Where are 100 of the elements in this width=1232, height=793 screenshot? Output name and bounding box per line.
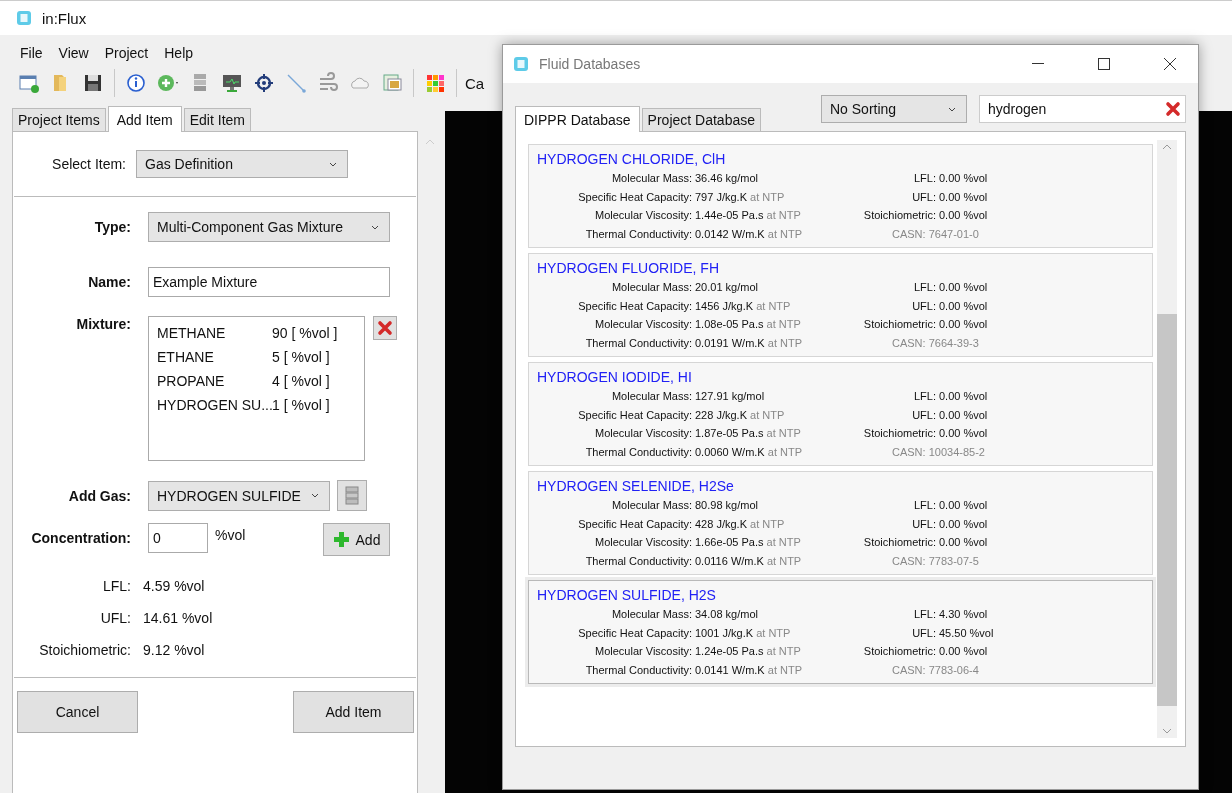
menu-item[interactable]: File (12, 44, 51, 61)
tab[interactable]: Edit Item (183, 108, 251, 131)
property-value: 45.50 %vol (939, 625, 995, 641)
property-value: 0.00 %vol (939, 280, 989, 295)
property-label: LFL: (913, 389, 936, 404)
result-value: 4.59 %vol (143, 577, 205, 596)
list-item[interactable]: PROPANE (157, 369, 272, 393)
fluid-card[interactable] (528, 580, 1153, 684)
menu-item[interactable]: Project (96, 44, 157, 61)
database-button[interactable] (337, 480, 367, 511)
property-value: 1.44e-05 Pa.s at NTP (695, 208, 802, 223)
toolbar-label[interactable]: Ca (465, 74, 485, 92)
property-value: 0.00 %vol (939, 516, 989, 532)
property-value: 0.0191 W/m.K at NTP (695, 335, 803, 351)
menu-item[interactable]: View (50, 44, 97, 61)
property-label: Specific Heat Capacity: (577, 189, 692, 205)
result-label: Stoichiometric: (38, 641, 132, 660)
concentration-field[interactable]: 0 (148, 523, 208, 553)
list-item[interactable]: METHANE (157, 321, 272, 345)
property-label: Molecular Viscosity: (594, 644, 692, 659)
property-value: 1001 J/kg.K at NTP (695, 625, 792, 641)
property-label: Specific Heat Capacity: (577, 298, 692, 314)
property-label: UFL: (911, 625, 936, 641)
fluid-card[interactable] (528, 144, 1153, 248)
list-value: 1 [ %vol ] (272, 396, 330, 415)
property-value: 228 J/kg.K at NTP (695, 407, 786, 423)
fluid-card[interactable] (528, 362, 1153, 466)
scrollbar-thumb[interactable] (1157, 314, 1177, 706)
property-label: Stoichiometric: (862, 208, 936, 223)
property-value: 1.08e-05 Pa.s at NTP (695, 317, 802, 332)
property-label: UFL: (911, 298, 936, 314)
field-label: Name: (87, 274, 132, 290)
property-label: UFL: (911, 189, 936, 205)
property-value: 0.00 %vol (939, 426, 989, 441)
property-label: Thermal Conductivity: (584, 444, 692, 460)
menu-item[interactable]: Help (156, 44, 202, 61)
property-label: Molecular Mass: (610, 280, 692, 295)
info-icon (125, 72, 147, 94)
type-dropdown[interactable]: Multi-Component Gas Mixture (148, 212, 390, 242)
property-value: 127.91 kg/mol (695, 389, 766, 404)
tab[interactable]: Project Database (641, 108, 761, 131)
property-label: Thermal Conductivity: (584, 553, 692, 569)
property-label: Specific Heat Capacity: (577, 516, 692, 532)
field-label: Type: (93, 219, 132, 235)
property-label: Thermal Conductivity: (584, 226, 692, 242)
mixture-list[interactable]: METHANE 90 [ %vol ] ETHANE 5 [ %vol ] PROPANE 4 [ %vol ] HYDROGEN SU...1 [ %vol ] (148, 316, 365, 461)
property-value: 0.00 %vol (939, 171, 989, 186)
chevron-icon (311, 493, 319, 498)
property-value: 0.0142 W/m.K at NTP (695, 226, 803, 242)
scroll-down-icon[interactable] (1162, 728, 1172, 734)
fluid-card[interactable] (528, 471, 1153, 575)
new-window-icon (18, 72, 40, 94)
property-value: 797 J/kg.K at NTP (695, 189, 786, 205)
property-label: LFL: (913, 498, 936, 513)
fluid-name: HYDROGEN IODIDE, HI (537, 368, 693, 387)
dialog-icon (513, 56, 529, 72)
window-title: in:Flux (42, 9, 87, 27)
property-label: Molecular Viscosity: (594, 535, 692, 550)
property-value: 0.0060 W/m.K at NTP (695, 444, 803, 460)
list-item[interactable]: ETHANE (157, 345, 272, 369)
property-value: 428 J/kg.K at NTP (695, 516, 786, 532)
search-field[interactable]: hydrogen (979, 95, 1186, 123)
casn-text: CASN: 10034-85-2 (892, 444, 986, 460)
item-dropdown[interactable]: Gas Definition (136, 150, 348, 178)
property-value: 0.00 %vol (939, 644, 989, 659)
chevron-icon (371, 224, 379, 230)
chevron-icon (948, 106, 956, 112)
property-label: Molecular Viscosity: (594, 208, 692, 223)
add-button[interactable]: Add (323, 523, 390, 556)
fluid-card[interactable] (528, 253, 1153, 357)
action-button[interactable]: Cancel (17, 691, 138, 733)
property-label: Thermal Conductivity: (584, 335, 692, 351)
action-button[interactable]: Add Item (293, 691, 414, 733)
property-value: 0.00 %vol (939, 189, 989, 205)
app-icon (16, 10, 32, 26)
line-icon (285, 72, 307, 94)
property-label: UFL: (911, 407, 936, 423)
chevron-icon (329, 161, 337, 167)
property-label: Molecular Mass: (610, 498, 692, 513)
gas-dropdown[interactable]: HYDROGEN SULFIDE (148, 480, 330, 511)
casn-text: CASN: 7647-01-0 (892, 226, 980, 242)
scroll-up-icon[interactable] (1162, 144, 1172, 150)
tab[interactable]: Project Items (12, 108, 106, 131)
field-label: Add Gas: (67, 487, 132, 504)
plus-icon (332, 531, 350, 548)
property-value: 0.00 %vol (939, 298, 989, 314)
property-label: UFL: (911, 516, 936, 532)
remove-button[interactable] (373, 316, 397, 340)
sorting-dropdown[interactable]: No Sorting (821, 95, 967, 123)
tab[interactable]: DIPPR Database (515, 106, 640, 132)
minimize-icon (1032, 63, 1044, 65)
scroll-up-icon[interactable] (425, 139, 435, 145)
property-label: Stoichiometric: (862, 426, 936, 441)
property-label: Molecular Mass: (610, 171, 692, 186)
property-value: 20.01 kg/mol (695, 280, 759, 295)
tab[interactable]: Add Item (107, 106, 182, 132)
list-item[interactable]: HYDROGEN SU... (157, 393, 272, 417)
close-icon (377, 320, 393, 336)
save-icon (82, 72, 104, 94)
name-field[interactable]: Example Mixture (148, 267, 390, 297)
